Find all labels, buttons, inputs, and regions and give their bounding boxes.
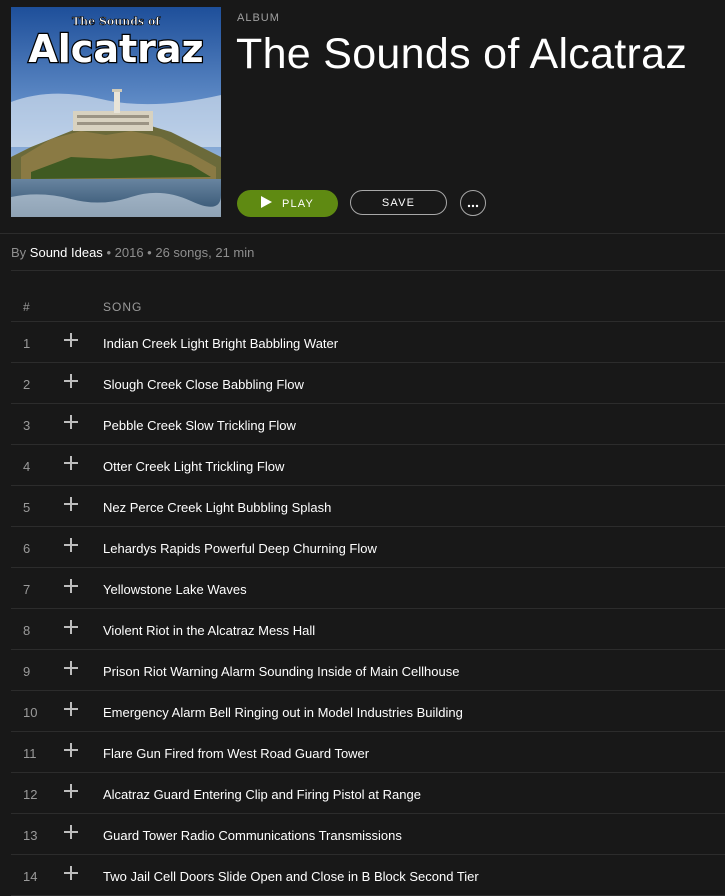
track-number: 11 [23, 746, 37, 761]
track-number: 8 [23, 623, 31, 638]
track-title[interactable]: Violent Riot in the Alcatraz Mess Hall [103, 623, 315, 638]
track-row[interactable]: 13 Guard Tower Radio Communications Trans… [11, 814, 725, 855]
track-title[interactable]: Otter Creek Light Trickling Flow [103, 459, 284, 474]
track-title[interactable]: Indian Creek Light Bright Babbling Water [103, 336, 338, 351]
track-number: 1 [23, 336, 31, 351]
add-track-icon[interactable] [63, 742, 79, 758]
artist-link[interactable]: Sound Ideas [30, 245, 103, 260]
track-row[interactable]: 2 Slough Creek Close Babbling Flow [11, 363, 725, 404]
track-title[interactable]: Nez Perce Creek Light Bubbling Splash [103, 500, 331, 515]
track-row[interactable]: 12 Alcatraz Guard Entering Clip and Firin… [11, 773, 725, 814]
track-title[interactable]: Two Jail Cell Doors Slide Open and Close… [103, 869, 479, 884]
track-title[interactable]: Flare Gun Fired from West Road Guard Tow… [103, 746, 369, 761]
page-title: The Sounds of Alcatraz [236, 30, 688, 78]
track-number: 6 [23, 541, 31, 556]
track-number: 13 [23, 828, 38, 843]
play-icon [260, 196, 272, 211]
ellipsis-icon [467, 196, 479, 211]
track-title[interactable]: Alcatraz Guard Entering Clip and Firing … [103, 787, 421, 802]
track-number: 7 [23, 582, 31, 597]
add-track-icon[interactable] [63, 660, 79, 676]
add-track-icon[interactable] [63, 783, 79, 799]
track-title[interactable]: Emergency Alarm Bell Ringing out in Mode… [103, 705, 463, 720]
play-button[interactable]: PLAY [237, 190, 338, 217]
track-row[interactable]: 4 Otter Creek Light Trickling Flow [11, 445, 725, 486]
track-title[interactable]: Lehardys Rapids Powerful Deep Churning F… [103, 541, 377, 556]
meta-by-prefix: By [11, 245, 27, 260]
header-divider [0, 233, 725, 234]
add-track-icon[interactable] [63, 496, 79, 512]
add-track-icon[interactable] [63, 619, 79, 635]
meta-separator: • [147, 245, 152, 260]
column-header-number[interactable]: # [23, 300, 31, 314]
meta-divider [11, 270, 725, 271]
track-title[interactable]: Prison Riot Warning Alarm Sounding Insid… [103, 664, 459, 679]
meta-separator: • [106, 245, 111, 260]
track-title[interactable]: Yellowstone Lake Waves [103, 582, 247, 597]
more-options-button[interactable] [460, 190, 486, 216]
track-number: 12 [23, 787, 38, 802]
track-title[interactable]: Slough Creek Close Babbling Flow [103, 377, 304, 392]
add-track-icon[interactable] [63, 455, 79, 471]
tracklist-header: # SONG [11, 290, 725, 322]
tracklist: # SONG 1 Indian Creek Light Bright Babbli… [11, 290, 725, 896]
save-button-label: SAVE [381, 196, 416, 209]
track-row[interactable]: 8 Violent Riot in the Alcatraz Mess Hall [11, 609, 725, 650]
play-button-label: PLAY [281, 197, 315, 210]
track-row[interactable]: 3 Pebble Creek Slow Trickling Flow [11, 404, 725, 445]
column-header-song[interactable]: SONG [103, 300, 142, 314]
track-number: 4 [23, 459, 31, 474]
track-number: 14 [23, 869, 38, 884]
track-number: 10 [23, 705, 38, 720]
add-track-icon[interactable] [63, 373, 79, 389]
album-meta: By Sound Ideas • 2016 • 26 songs, 21 min [11, 245, 254, 260]
cover-title-text: Alcatraz [28, 27, 203, 71]
track-row[interactable]: 7 Yellowstone Lake Waves [11, 568, 725, 609]
add-track-icon[interactable] [63, 701, 79, 717]
track-number: 9 [23, 664, 31, 679]
add-track-icon[interactable] [63, 537, 79, 553]
album-type-label: ALBUM [237, 12, 280, 24]
track-number: 2 [23, 377, 31, 392]
add-track-icon[interactable] [63, 865, 79, 881]
add-track-icon[interactable] [63, 414, 79, 430]
track-row[interactable]: 1 Indian Creek Light Bright Babbling Wate… [11, 322, 725, 363]
track-row[interactable]: 5 Nez Perce Creek Light Bubbling Splash [11, 486, 725, 527]
add-track-icon[interactable] [63, 824, 79, 840]
track-row[interactable]: 9 Prison Riot Warning Alarm Sounding Insi… [11, 650, 725, 691]
track-row[interactable]: 14 Two Jail Cell Doors Slide Open and Clo… [11, 855, 725, 896]
track-number: 3 [23, 418, 31, 433]
add-track-icon[interactable] [63, 578, 79, 594]
track-row[interactable]: 11 Flare Gun Fired from West Road Guard T… [11, 732, 725, 773]
add-track-icon[interactable] [63, 332, 79, 348]
track-number: 5 [23, 500, 31, 515]
track-row[interactable]: 6 Lehardys Rapids Powerful Deep Churning … [11, 527, 725, 568]
album-cover: The Sounds of Alcatraz [11, 7, 221, 217]
track-row[interactable]: 10 Emergency Alarm Bell Ringing out in Mo… [11, 691, 725, 732]
album-stats: 26 songs, 21 min [155, 245, 255, 260]
save-button[interactable]: SAVE [350, 190, 447, 215]
track-title[interactable]: Guard Tower Radio Communications Transmi… [103, 828, 402, 843]
release-year: 2016 [114, 245, 144, 260]
track-title[interactable]: Pebble Creek Slow Trickling Flow [103, 418, 296, 433]
